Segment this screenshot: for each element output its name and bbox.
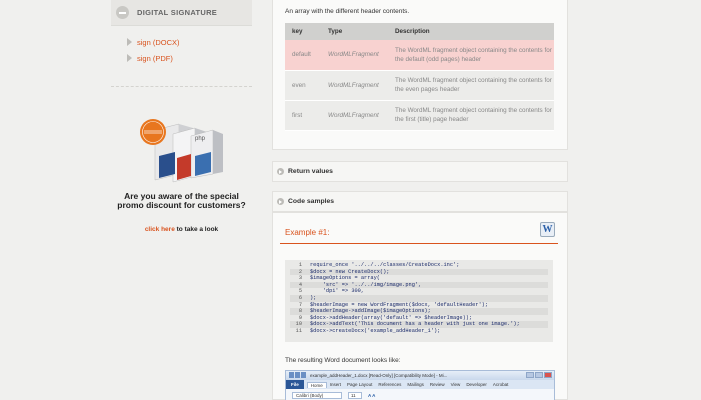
word-font-name: Calibri (Body)	[292, 392, 342, 399]
promo-link-suffix: to take a look	[176, 226, 219, 233]
word-file-tab: File	[286, 380, 304, 389]
word-tab-mailings: Mailings	[407, 382, 424, 387]
parameter-description: An array with the different header conte…	[285, 8, 410, 15]
chevron-right-icon	[127, 38, 132, 46]
example-title: Example #1:	[285, 228, 330, 237]
word-document-icon[interactable]: W	[540, 222, 555, 237]
digital-signature-title: DIGITAL SIGNATURE	[137, 8, 218, 17]
promo-question: Are you aware of the special promo disco…	[117, 191, 246, 210]
code-samples-title: Code samples	[288, 198, 335, 205]
cell-description: The WordML fragment object containing th…	[388, 100, 554, 131]
cell-key: first	[285, 100, 321, 131]
window-buttons	[526, 372, 552, 378]
cell-description: The WordML fragment object containing th…	[388, 40, 554, 71]
word-font-size: 11	[348, 392, 362, 399]
code-block[interactable]: 1 require_once '../../../classes/CreateDo…	[285, 260, 553, 342]
code-line: 11 $docx->createDocx('example_addHeader_1…	[295, 327, 441, 334]
quick-access-icons	[289, 372, 307, 379]
example-header: Example #1: W	[280, 220, 558, 244]
promo-link-line: click here to take a look	[111, 226, 252, 233]
cell-key: even	[285, 70, 321, 101]
cell-type: WordMLFragment	[321, 100, 388, 131]
word-document-screenshot: example_addHeader_1.docx [Read-Only] [Co…	[285, 370, 555, 400]
return-values-title: Return values	[288, 168, 333, 175]
divider	[111, 86, 252, 87]
parameters-panel: An array with the different header conte…	[272, 0, 568, 150]
digital-signature-header[interactable]: DIGITAL SIGNATURE	[111, 0, 252, 26]
word-tab-references: References	[378, 382, 402, 387]
table-row: even WordMLFragment The WordML fragment …	[285, 70, 554, 101]
promo-product-boxes-image[interactable]: php	[133, 112, 229, 184]
signature-links: sign (DOCX) sign (PDF)	[111, 26, 252, 66]
sign-docx-link[interactable]: sign (DOCX)	[127, 34, 252, 50]
code-line: 7 $headerImage = new WordFragment($docx, …	[298, 301, 489, 308]
code-line: 4 'src' => '../../img/image.png',	[290, 281, 548, 289]
word-tab-home: Home	[306, 381, 327, 388]
word-tab-insert: Insert	[329, 382, 342, 387]
code-line: 8 $headerImage->addImage($imageOptions);	[290, 308, 548, 315]
cell-description: The WordML fragment object containing th…	[388, 70, 554, 101]
word-window-title: example_addHeader_1.docx [Read-Only] [Co…	[310, 373, 448, 378]
column-header-description: Description	[388, 23, 554, 40]
code-line: 2 $docx = new CreateDocx();	[290, 268, 548, 276]
code-line: 9 $docx->addHeader(array('default' => $he…	[298, 314, 473, 321]
code-line: 10 $docx->addText('This document has a he…	[290, 321, 548, 328]
cell-key: default	[285, 40, 321, 71]
font-style-icon: A A	[368, 393, 376, 398]
code-line: 1 require_once '../../../classes/CreateDo…	[298, 262, 460, 268]
sidebar: DIGITAL SIGNATURE sign (DOCX) sign (PDF)…	[111, 0, 252, 400]
code-line: 3 $imageOptions = array(	[298, 275, 380, 282]
sign-pdf-label: sign (PDF)	[137, 53, 173, 63]
sign-docx-label: sign (DOCX)	[137, 37, 180, 47]
svg-text:php: php	[195, 136, 206, 142]
word-tab-developer: Developer	[466, 382, 487, 387]
cell-type: WordMLFragment	[321, 40, 388, 71]
word-tab-acrobat: Acrobat	[492, 382, 509, 387]
return-values-section-toggle[interactable]: Return values	[272, 161, 568, 182]
column-header-key: key	[285, 23, 321, 40]
table-row: default WordMLFragment The WordML fragme…	[285, 40, 554, 71]
expand-arrow-icon	[277, 198, 284, 205]
word-ribbon-tabs: File Home Insert Page Layout References …	[286, 380, 554, 389]
table-row: first WordMLFragment The WordML fragment…	[285, 100, 554, 131]
column-header-type: Type	[321, 23, 388, 40]
collapse-minus-icon[interactable]	[116, 6, 129, 19]
expand-arrow-icon	[277, 168, 284, 175]
result-description: The resulting Word document looks like:	[285, 357, 401, 364]
word-tab-review: Review	[429, 382, 445, 387]
word-tab-view: View	[450, 382, 461, 387]
table-header-row: key Type Description	[285, 23, 554, 40]
code-samples-panel: Example #1: W 1 require_once '../../../cl…	[272, 212, 568, 400]
code-line: 6);	[290, 294, 548, 302]
sign-pdf-link[interactable]: sign (PDF)	[127, 50, 252, 66]
code-line: 5 'dpi' => 300,	[298, 288, 365, 295]
word-title-bar: example_addHeader_1.docx [Read-Only] [Co…	[286, 371, 554, 380]
chevron-right-icon	[127, 54, 132, 62]
header-contents-table: key Type Description default WordMLFragm…	[285, 23, 554, 131]
code-samples-section-toggle[interactable]: Code samples	[272, 191, 568, 212]
cell-type: WordMLFragment	[321, 70, 388, 101]
click-here-link[interactable]: click here	[145, 226, 175, 233]
word-ribbon: Calibri (Body) 11 A A	[286, 389, 554, 400]
word-tab-page-layout: Page Layout	[347, 382, 373, 387]
